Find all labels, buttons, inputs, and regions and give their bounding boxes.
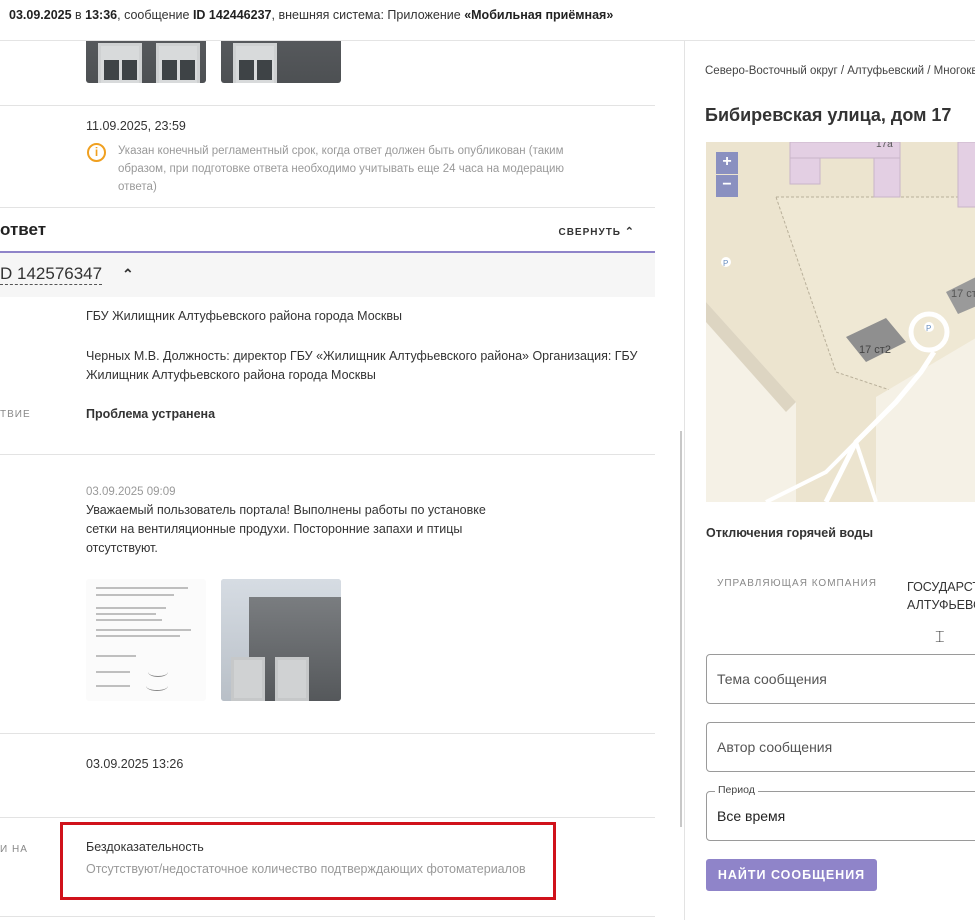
svg-text:17 ст2: 17 ст2 <box>859 344 891 356</box>
header-sep-at: в <box>71 8 86 22</box>
answer-text-line: отсутствуют. <box>86 541 158 555</box>
attached-photo[interactable] <box>221 41 341 83</box>
svg-text:P: P <box>926 324 931 333</box>
section-divider <box>0 454 655 455</box>
photo-window <box>98 43 142 83</box>
topic-placeholder: Тема сообщения <box>717 671 827 687</box>
find-messages-button[interactable]: НАЙТИ СООБЩЕНИЯ <box>706 859 877 891</box>
header-sep-msg: , сообщение <box>117 8 193 22</box>
deadline-note-line: Указан конечный регламентный срок, когда… <box>118 145 564 157</box>
address-sidebar: Северо-Восточный округ / Алтуфьевский / … <box>685 41 975 920</box>
photo-window <box>233 43 277 83</box>
answer-text: Уважаемый пользователь портала! Выполнен… <box>86 501 486 558</box>
status-label: ТВИЕ <box>0 409 31 420</box>
svg-text:17 ст: 17 ст <box>951 288 975 300</box>
answer-id-row[interactable]: D 142576347 ⌃ <box>0 253 655 297</box>
answer-author-line: Черных М.В. Должность: директор ГБУ «Жил… <box>86 349 638 363</box>
message-time: 13:36 <box>85 8 118 22</box>
section-divider <box>0 105 655 106</box>
answer-organization: ГБУ Жилищник Алтуфьевского района города… <box>86 309 402 323</box>
scrollbar[interactable] <box>680 431 682 827</box>
photo-window <box>156 43 200 83</box>
signature-mark <box>148 667 168 677</box>
breadcrumb[interactable]: Северо-Восточный округ / Алтуфьевский / … <box>705 65 975 77</box>
message-header-text: 03.09.2025 в 13:36, сообщение ID 1424462… <box>9 8 613 22</box>
moderation-date: 03.09.2025 13:26 <box>86 757 184 771</box>
text-cursor-icon: ⌶ <box>935 629 945 646</box>
map-canvas[interactable]: P P 17а 17 ст 17 ст2 <box>706 142 975 502</box>
photo-window <box>231 657 265 701</box>
address-title: Бибиревская улица, дом 17 <box>705 105 952 125</box>
answer-published-date: 03.09.2025 09:09 <box>86 486 176 498</box>
management-company-value: ГОСУДАРСТВЕННОЕ АЛТУФЬЕВСКОГО <box>907 578 975 614</box>
hot-water-title: Отключения горячей воды <box>706 526 874 540</box>
period-value: Все время <box>717 808 786 824</box>
signature-mark <box>146 681 168 691</box>
attached-photo[interactable] <box>221 579 341 701</box>
message-detail-panel: 11.09.2025, 23:59 i Указан конечный регл… <box>0 41 684 920</box>
external-system-name: «Мобильная приёмная» <box>464 8 614 22</box>
section-divider <box>0 207 655 208</box>
deadline-note-line: образом, при подготовке ответа необходим… <box>118 163 564 175</box>
answer-title: ответ <box>0 220 47 239</box>
rejection-reason: Бездоказательность <box>86 840 204 854</box>
message-date: 03.09.2025 <box>9 8 72 22</box>
management-company-line: ГОСУДАРСТВЕННОЕ <box>907 580 975 594</box>
svg-text:P: P <box>723 259 728 268</box>
answer-author-line: Жилищник Алтуфьевского района города Мос… <box>86 368 376 382</box>
section-divider <box>0 817 655 818</box>
answer-section-header: ответ СВЕРНУТЬ ⌃ <box>0 210 655 253</box>
period-label: Период <box>715 784 758 796</box>
rejection-reason-detail: Отсутствуют/недостаточное количество под… <box>86 862 526 876</box>
answer-text-line: Уважаемый пользователь портала! Выполнен… <box>86 503 486 517</box>
chevron-up-icon: ⌃ <box>624 226 635 238</box>
deadline-note-line: ответа) <box>118 181 157 193</box>
management-company-line: АЛТУФЬЕВСКОГО <box>907 598 975 612</box>
answer-status: Проблема устранена <box>86 407 216 421</box>
svg-text:17а: 17а <box>876 142 893 150</box>
answer-text-line: сетки на вентиляционные продухи. Посторо… <box>86 522 463 536</box>
reason-label: И НА <box>0 844 28 855</box>
collapse-label: СВЕРНУТЬ <box>558 227 621 238</box>
info-icon: i <box>87 143 106 162</box>
deadline-note: Указан конечный регламентный срок, когда… <box>118 142 564 196</box>
management-company-label: УПРАВЛЯЮЩАЯ КОМПАНИЯ <box>717 578 878 589</box>
section-divider <box>0 733 655 734</box>
deadline-date: 11.09.2025, 23:59 <box>86 119 186 133</box>
topic-field[interactable]: Тема сообщения <box>706 654 975 704</box>
attached-photo[interactable] <box>86 41 206 83</box>
chevron-up-icon[interactable]: ⌃ <box>122 266 134 283</box>
header-sep-ext: , внешняя система: Приложение <box>271 8 465 22</box>
message-header: 03.09.2025 в 13:36, сообщение ID 1424462… <box>0 0 975 41</box>
map[interactable]: P P 17а 17 ст 17 ст2 + − <box>706 142 975 502</box>
photo-window <box>275 657 309 701</box>
period-select[interactable]: Период Все время <box>706 784 975 841</box>
collapse-button[interactable]: СВЕРНУТЬ ⌃ <box>558 225 635 238</box>
message-id: ID 142446237 <box>192 8 272 22</box>
zoom-out-button[interactable]: − <box>716 175 738 197</box>
answer-author: Черных М.В. Должность: директор ГБУ «Жил… <box>86 347 637 385</box>
author-field[interactable]: Автор сообщения <box>706 722 975 772</box>
section-divider <box>0 916 655 917</box>
answer-id[interactable]: D 142576347 <box>0 263 103 285</box>
attached-document[interactable] <box>86 579 206 701</box>
author-placeholder: Автор сообщения <box>717 739 833 755</box>
zoom-in-button[interactable]: + <box>716 152 738 174</box>
